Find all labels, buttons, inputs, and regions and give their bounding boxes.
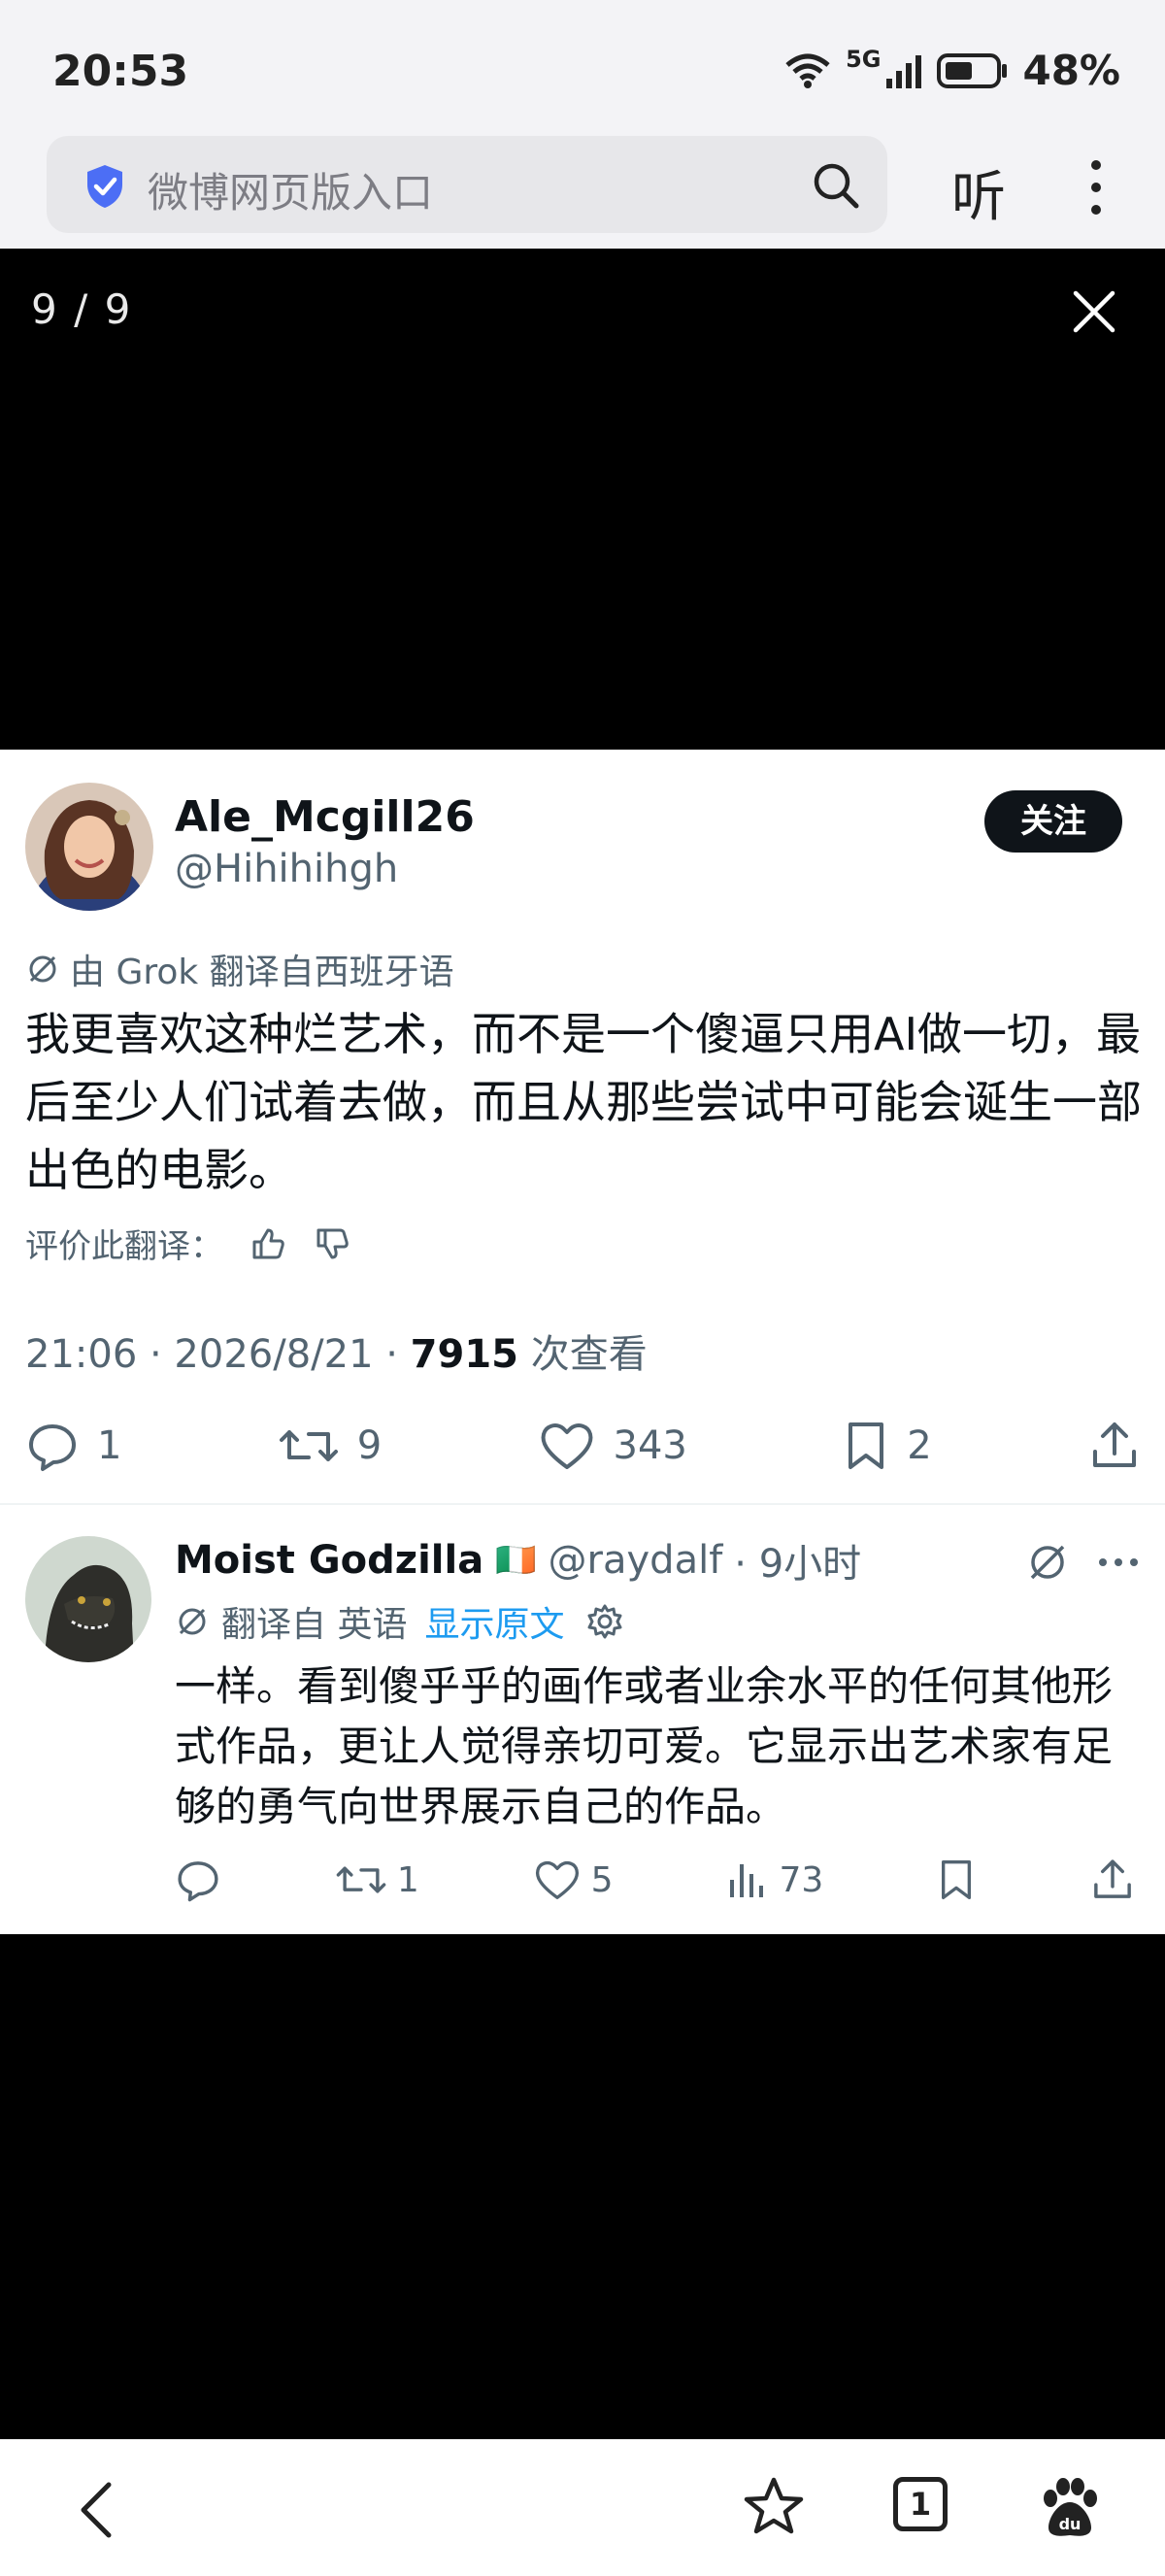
reply-reply-button[interactable] xyxy=(175,1857,221,1903)
tweet-screenshot: Ale_Mcgill26 @Hihihihgh 关注 由 Grok 翻译自西班牙… xyxy=(0,750,1165,1934)
translated-from: 翻译自 英语 xyxy=(221,1605,408,1645)
heart-icon xyxy=(535,1860,579,1900)
status-time: 20:53 xyxy=(52,47,189,96)
close-icon[interactable] xyxy=(1070,287,1118,336)
star-icon[interactable] xyxy=(742,2475,806,2539)
reply-count: 1 xyxy=(97,1423,122,1468)
image-viewer: 9 / 9 xyxy=(0,249,1165,750)
repost-button[interactable]: 9 xyxy=(278,1419,382,1473)
reply-views-count: 73 xyxy=(779,1859,824,1900)
views-label: 次查看 xyxy=(518,1332,648,1377)
translate-icon xyxy=(29,955,56,983)
repost-icon xyxy=(279,1430,338,1461)
shield-icon xyxy=(87,165,122,208)
author-handle[interactable]: @Hihihihgh xyxy=(175,847,398,891)
tabs-count: 1 xyxy=(909,2486,932,2523)
reply-like-button[interactable]: 5 xyxy=(533,1857,614,1903)
status-icons: 5G 48% xyxy=(783,45,1120,94)
reply-icon xyxy=(29,1424,76,1471)
bookmark-icon xyxy=(942,1860,972,1900)
browser-toolbar: 微博网页版入口 听 xyxy=(0,136,1165,249)
grok-translate-icon[interactable] xyxy=(1025,1540,1070,1585)
reply-author-name[interactable]: Moist Godzilla xyxy=(175,1538,483,1583)
reply-share-button[interactable] xyxy=(1089,1857,1136,1903)
address-bar[interactable]: 微博网页版入口 xyxy=(47,136,887,233)
bottom-nav: 1 du xyxy=(0,2439,1165,2576)
network-type: 5G xyxy=(846,45,882,73)
translate-icon xyxy=(179,1608,206,1635)
tweet-time: 21:06 · 2026/8/21 · xyxy=(25,1332,411,1377)
reply-actions: 1 5 73 xyxy=(175,1851,1136,1909)
tweet-meta: 21:06 · 2026/8/21 · 7915 次查看 xyxy=(25,1322,648,1379)
battery-percent: 48% xyxy=(1022,47,1120,94)
tabs-button[interactable]: 1 xyxy=(893,2477,948,2531)
more-menu-icon[interactable] xyxy=(1080,157,1113,217)
address-text: 微博网页版入口 xyxy=(148,169,434,217)
back-icon[interactable] xyxy=(72,2479,120,2541)
reply-repost-button[interactable]: 1 xyxy=(335,1857,419,1903)
more-options-icon[interactable] xyxy=(1097,1556,1140,1569)
wifi-icon xyxy=(785,53,830,88)
listen-button[interactable]: 听 xyxy=(951,153,1006,232)
tweet-actions: 1 9 343 2 xyxy=(25,1412,1142,1480)
image-counter: 9 / 9 xyxy=(31,285,133,333)
bookmark-button[interactable]: 2 xyxy=(843,1419,932,1473)
translation-note-text: 由 Grok 翻译自西班牙语 xyxy=(70,953,454,992)
author-name[interactable]: Ale_Mcgill26 xyxy=(175,792,475,842)
thumbs-up-icon[interactable] xyxy=(249,1224,287,1263)
share-icon xyxy=(1092,1422,1136,1467)
thumbs-down-icon[interactable] xyxy=(313,1224,351,1263)
reply-icon xyxy=(178,1861,218,1902)
reply-repost-count: 1 xyxy=(396,1859,419,1900)
share-icon xyxy=(1094,1859,1131,1898)
tweet-text: 我更喜欢这种烂艺术，而不是一个傻逼只用AI做一切，最后至少人们试着去做，而且从那… xyxy=(25,1008,1142,1196)
flag: 🇮🇪 xyxy=(495,1541,537,1580)
heart-icon xyxy=(541,1423,592,1469)
bookmark-icon xyxy=(849,1422,884,1469)
rate-label: 评价此翻译： xyxy=(25,1227,223,1266)
reply-tweet: Moist Godzilla 🇮🇪 @raydalf · 9小时 翻译自 英语 … xyxy=(0,1505,1165,1934)
share-button[interactable] xyxy=(1087,1419,1142,1473)
views-count: 7915 xyxy=(410,1332,518,1377)
follow-button[interactable]: 关注 xyxy=(984,790,1122,853)
analytics-icon xyxy=(730,1864,764,1897)
repost-count: 9 xyxy=(356,1423,383,1468)
translation-note: 由 Grok 翻译自西班牙语 xyxy=(25,944,454,994)
rate-translation: 评价此翻译： xyxy=(25,1220,351,1267)
reply-like-count: 5 xyxy=(590,1859,614,1900)
image-viewer-bottom xyxy=(0,1934,1165,2439)
svg-text:du: du xyxy=(1059,2515,1082,2533)
settings-icon[interactable] xyxy=(585,1602,624,1641)
reply-views-button[interactable]: 73 xyxy=(726,1858,823,1901)
status-bar: 20:53 5G 48% xyxy=(0,0,1165,136)
reply-bookmark-button[interactable] xyxy=(937,1857,976,1903)
reply-text: 一样。看到傻乎乎的画作或者业余水平的任何其他形式作品，更让人觉得亲切可爱。它显示… xyxy=(175,1662,1114,1830)
reply-header: Moist Godzilla 🇮🇪 @raydalf · 9小时 xyxy=(175,1532,861,1589)
signal-icon xyxy=(886,54,922,88)
battery-icon xyxy=(937,52,1008,88)
bookmark-count: 2 xyxy=(907,1423,932,1468)
show-original-link[interactable]: 显示原文 xyxy=(424,1596,564,1647)
search-icon[interactable] xyxy=(812,161,860,210)
repost-icon xyxy=(336,1866,386,1893)
reply-translation-row: 翻译自 英语 显示原文 xyxy=(175,1596,624,1647)
like-button[interactable]: 343 xyxy=(538,1419,687,1473)
reply-time: · 9小时 xyxy=(734,1542,862,1587)
reply-author-handle[interactable]: @raydalf xyxy=(549,1538,723,1583)
like-count: 343 xyxy=(613,1423,687,1468)
avatar[interactable] xyxy=(25,783,153,911)
reply-avatar[interactable] xyxy=(25,1536,151,1662)
baidu-paw-icon[interactable]: du xyxy=(1037,2475,1103,2541)
reply-button[interactable]: 1 xyxy=(25,1419,121,1473)
